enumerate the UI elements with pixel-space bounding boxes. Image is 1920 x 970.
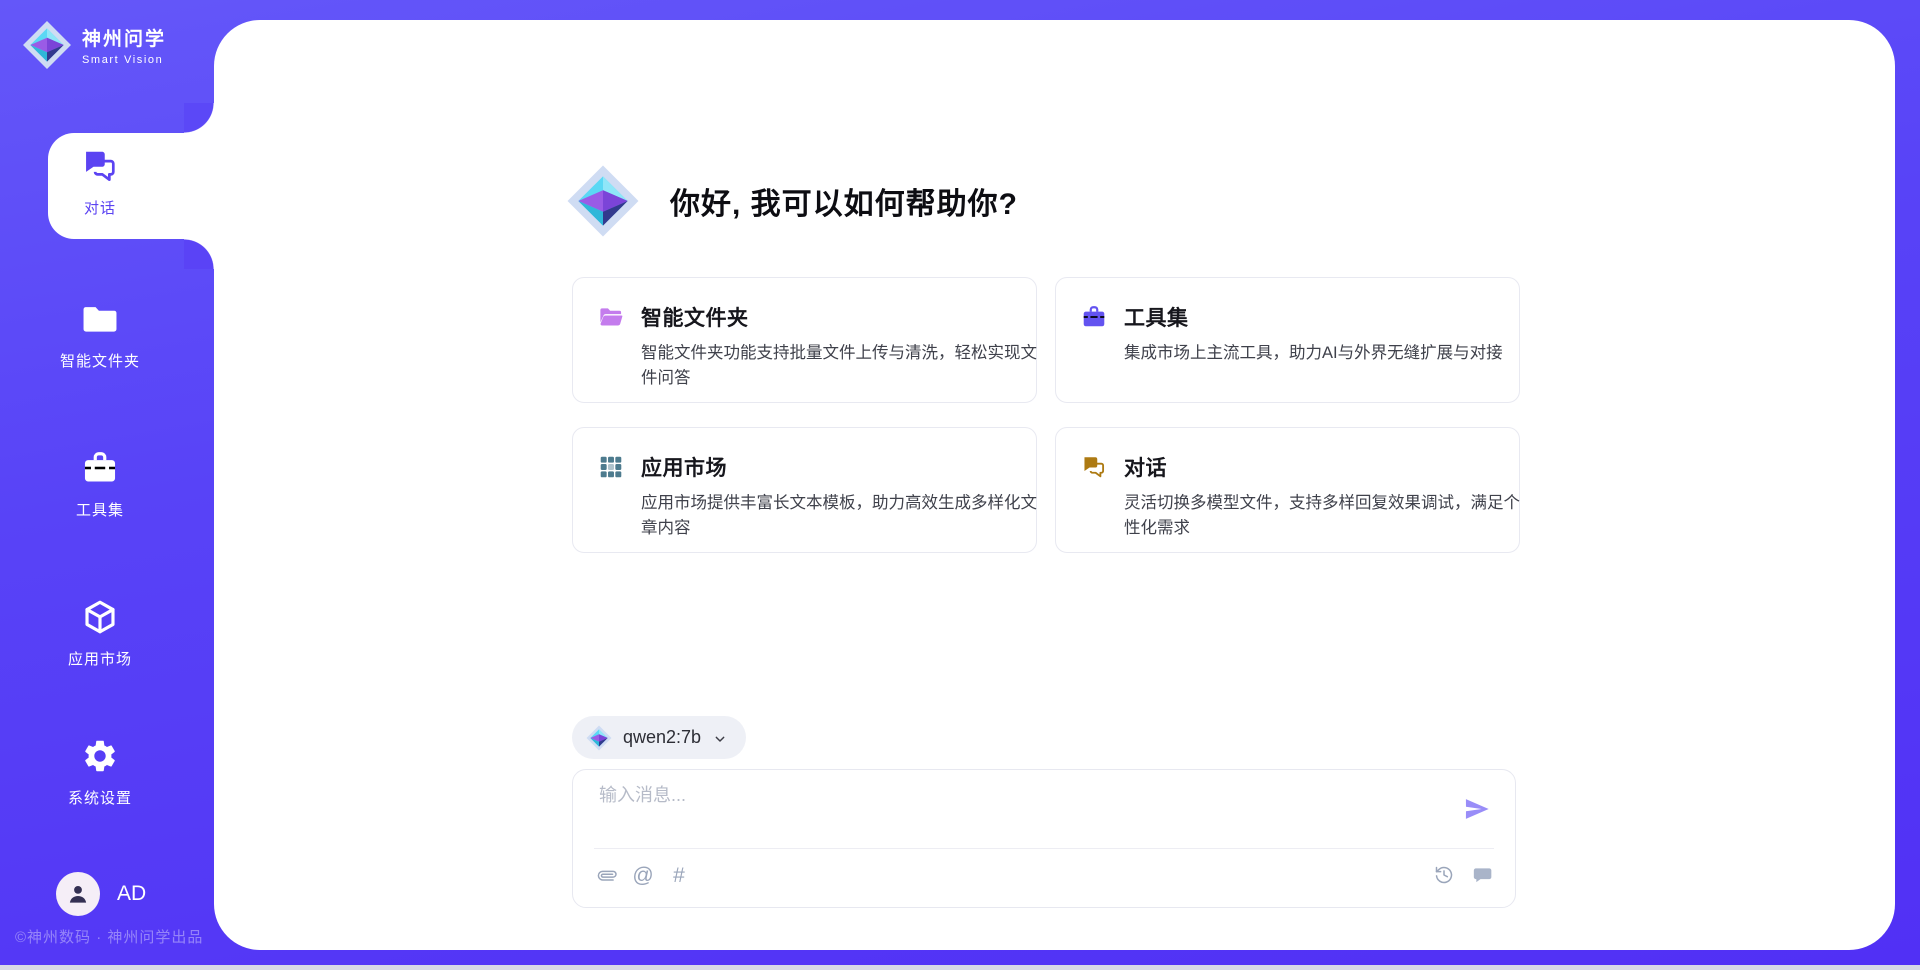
message-composer: @ # xyxy=(572,769,1516,908)
brand-gem-icon xyxy=(22,20,72,70)
at-icon: @ xyxy=(632,865,653,886)
brand-subtitle: Smart Vision xyxy=(82,54,166,66)
message-input[interactable] xyxy=(597,784,1421,807)
app-frame: 你好, 我可以如何帮助你? 智能文件夹 智能文件夹功能支持批量文件上传与清洗，轻… xyxy=(0,0,1920,965)
brand-gem-icon xyxy=(586,725,612,751)
briefcase-icon xyxy=(1081,304,1107,330)
sidebar-item-label: 智能文件夹 xyxy=(60,350,140,371)
sidebar-item-toolset[interactable]: 工具集 xyxy=(10,449,190,520)
feature-cards: 智能文件夹 智能文件夹功能支持批量文件上传与清洗，轻松实现文件问答 工具集 集成… xyxy=(572,277,1520,553)
card-app-market[interactable]: 应用市场 应用市场提供丰富长文本模板，助力高效生成多样化文章内容 xyxy=(572,427,1037,553)
main-panel: 你好, 我可以如何帮助你? 智能文件夹 智能文件夹功能支持批量文件上传与清洗，轻… xyxy=(214,20,1895,950)
brand-logo: 神州问学 Smart Vision xyxy=(22,20,166,70)
chat-icon xyxy=(81,147,119,185)
brand-gem-icon xyxy=(566,164,640,238)
grid-icon xyxy=(598,454,624,480)
person-icon xyxy=(65,881,91,907)
send-button[interactable] xyxy=(1463,795,1491,823)
sidebar-item-chat[interactable]: 对话 xyxy=(10,147,190,218)
composer-divider xyxy=(594,848,1494,849)
model-selector[interactable]: qwen2:7b xyxy=(572,716,746,759)
composer-tools: @ # xyxy=(595,861,691,889)
user-menu[interactable]: AD xyxy=(56,872,146,916)
attach-button[interactable] xyxy=(595,861,619,889)
folder-open-icon xyxy=(598,304,624,330)
brand-name: 神州问学 xyxy=(82,24,166,51)
sidebar-item-settings[interactable]: 系统设置 xyxy=(10,737,190,808)
card-description: 灵活切换多模型文件，支持多样回复效果调试，满足个性化需求 xyxy=(1124,491,1522,541)
hash-icon: # xyxy=(673,865,685,886)
chevron-down-icon xyxy=(712,729,728,747)
chat-icon xyxy=(1081,454,1107,480)
send-icon xyxy=(1463,795,1491,823)
gear-icon xyxy=(81,737,119,775)
user-name: AD xyxy=(117,882,146,906)
card-title: 对话 xyxy=(1124,452,1167,482)
history-icon xyxy=(1434,865,1454,885)
card-description: 智能文件夹功能支持批量文件上传与清洗，轻松实现文件问答 xyxy=(641,341,1039,391)
avatar xyxy=(56,872,100,916)
card-description: 集成市场上主流工具，助力AI与外界无缝扩展与对接 xyxy=(1124,341,1522,366)
topic-button[interactable]: # xyxy=(667,861,691,889)
briefcase-icon xyxy=(81,449,119,487)
sidebar-item-label: 系统设置 xyxy=(68,787,132,808)
greeting-text: 你好, 我可以如何帮助你? xyxy=(670,179,1018,223)
sidebar-item-label: 应用市场 xyxy=(68,648,132,669)
sidebar-item-app-market[interactable]: 应用市场 xyxy=(10,598,190,669)
card-title: 工具集 xyxy=(1124,302,1189,332)
model-name: qwen2:7b xyxy=(623,727,701,748)
card-title: 应用市场 xyxy=(641,452,727,482)
conversation-button[interactable] xyxy=(1471,861,1495,889)
sidebar-item-label: 工具集 xyxy=(76,499,124,520)
card-description: 应用市场提供丰富长文本模板，助力高效生成多样化文章内容 xyxy=(641,491,1039,541)
folder-icon xyxy=(81,300,119,338)
card-title: 智能文件夹 xyxy=(641,302,749,332)
chat-bubble-icon xyxy=(1473,865,1493,885)
cube-icon xyxy=(81,598,119,636)
card-chat[interactable]: 对话 灵活切换多模型文件，支持多样回复效果调试，满足个性化需求 xyxy=(1055,427,1520,553)
mention-button[interactable]: @ xyxy=(631,861,655,889)
sidebar: 神州问学 Smart Vision 对话 智能文件夹 工具集 应用市场 系统设置 xyxy=(0,0,214,965)
greeting-block: 你好, 我可以如何帮助你? xyxy=(566,164,1018,238)
sidebar-item-label: 对话 xyxy=(84,197,116,218)
card-toolset[interactable]: 工具集 集成市场上主流工具，助力AI与外界无缝扩展与对接 xyxy=(1055,277,1520,403)
sidebar-item-smart-folder[interactable]: 智能文件夹 xyxy=(10,300,190,371)
copyright-text: ©神州数码 · 神州问学出品 xyxy=(15,926,203,947)
composer-meta xyxy=(1432,861,1495,889)
paperclip-icon xyxy=(593,861,621,889)
history-button[interactable] xyxy=(1432,861,1456,889)
card-smart-folder[interactable]: 智能文件夹 智能文件夹功能支持批量文件上传与清洗，轻松实现文件问答 xyxy=(572,277,1037,403)
